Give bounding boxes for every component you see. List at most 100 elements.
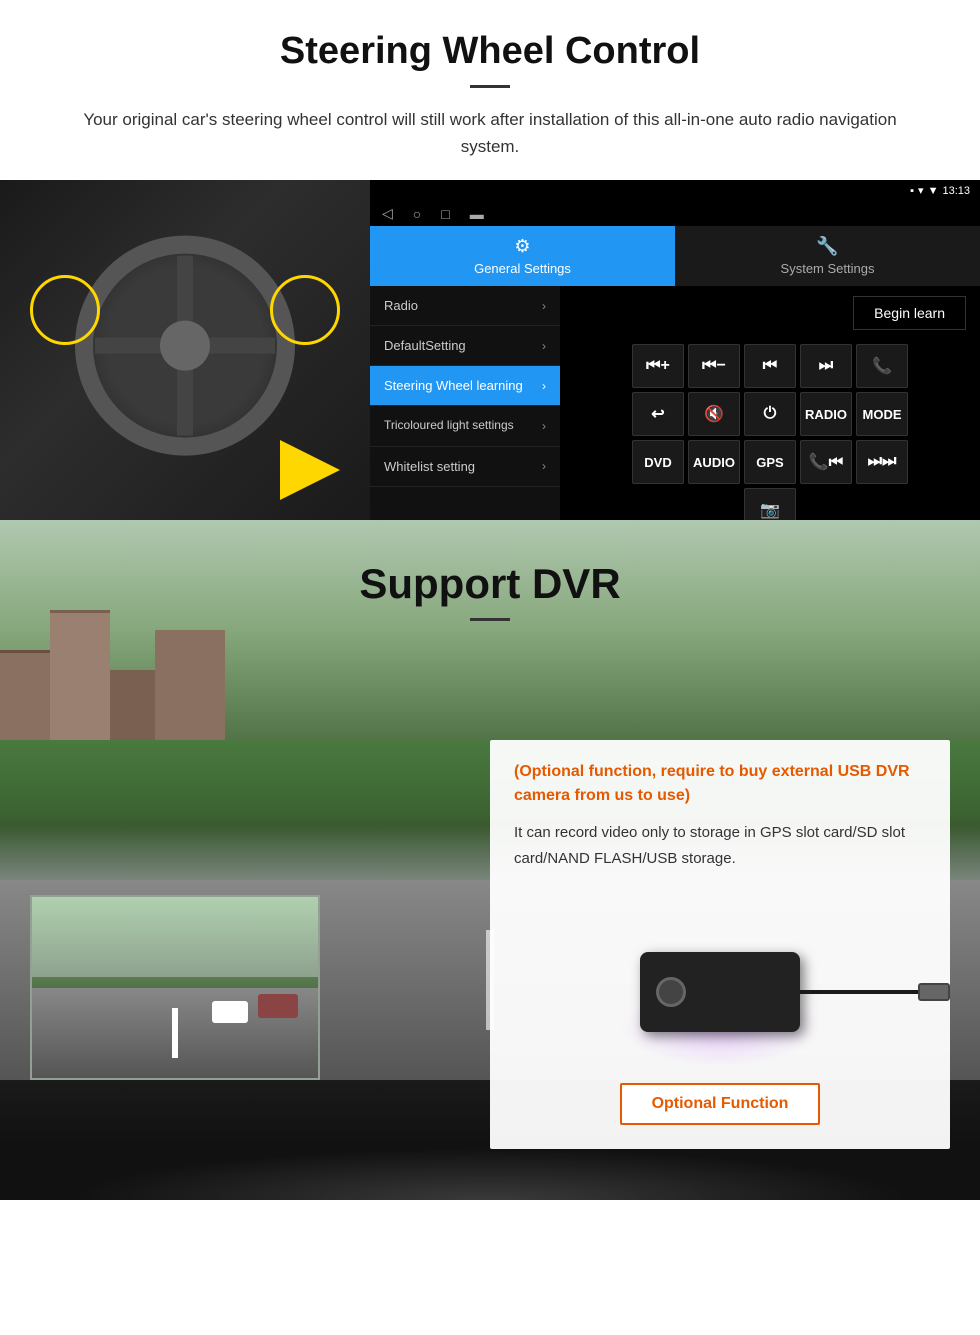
power-button[interactable]: ⏻	[744, 392, 796, 436]
page-title: Steering Wheel Control	[60, 30, 920, 73]
tab-general-settings[interactable]: ⚙ General Settings	[370, 226, 675, 286]
general-settings-icon: ⚙	[514, 236, 530, 257]
power-icon: ⏻	[764, 405, 777, 423]
menu-item-default-label: DefaultSetting	[384, 338, 466, 353]
next-next-button[interactable]: ⏭⏭	[856, 440, 908, 484]
control-row-1: ⏮+ ⏮− ⏮ ⏭ 📞	[568, 344, 972, 388]
android-menu: Radio › DefaultSetting › Steering Wheel …	[370, 286, 560, 536]
home-icon: ○	[413, 206, 421, 222]
vol-up-icon: ⏮+	[646, 357, 670, 375]
dvr-info-card: (Optional function, require to buy exter…	[490, 740, 950, 1149]
menu-item-radio[interactable]: Radio ›	[370, 286, 560, 326]
chevron-icon-steering: ›	[542, 379, 546, 393]
dvr-description: It can record video only to storage in G…	[514, 820, 926, 871]
radio-label: RADIO	[805, 407, 847, 422]
dvr-optional-header: (Optional function, require to buy exter…	[514, 760, 926, 808]
camera-device-body	[640, 952, 800, 1032]
menu-item-tricoloured-label: Tricoloured light settings	[384, 418, 514, 434]
prev-icon: ⏮	[763, 357, 777, 375]
android-panel: ▪ ▾ ▼ 13:13 ◁ ○ □ ▬ ⚙ General Settings 🔧…	[370, 180, 980, 520]
subtitle-text: Your original car's steering wheel contr…	[60, 106, 920, 160]
wifi-icon: ▾	[918, 184, 924, 197]
radio-button[interactable]: RADIO	[800, 392, 852, 436]
menu-item-steering-label: Steering Wheel learning	[384, 378, 523, 393]
highlight-circle-left	[30, 275, 100, 345]
steering-wheel-section: ▪ ▾ ▼ 13:13 ◁ ○ □ ▬ ⚙ General Settings 🔧…	[0, 180, 980, 520]
gps-button[interactable]: GPS	[744, 440, 796, 484]
vol-down-icon: ⏮−	[702, 357, 726, 375]
dvr-title-divider	[470, 618, 510, 621]
dvr-inset-view	[30, 895, 320, 1080]
vol-down-button[interactable]: ⏮−	[688, 344, 740, 388]
status-time: 13:13	[942, 185, 970, 197]
begin-learn-button[interactable]: Begin learn	[853, 296, 966, 330]
android-tabs: ⚙ General Settings 🔧 System Settings	[370, 226, 980, 286]
highlight-circle-right	[270, 275, 340, 345]
next-icon: ⏭	[819, 357, 833, 375]
mode-button[interactable]: MODE	[856, 392, 908, 436]
chevron-icon-default: ›	[542, 339, 546, 353]
system-settings-icon: 🔧	[816, 236, 838, 257]
steering-wheel-outer	[75, 236, 295, 456]
android-right-panel: Begin learn ⏮+ ⏮− ⏮ ⏭ 📞 ↩ 🔇 ⏻	[560, 286, 980, 536]
next-next-icon: ⏭⏭	[868, 453, 897, 471]
call-button[interactable]: 📞	[856, 344, 908, 388]
inset-car-2	[212, 1001, 248, 1023]
arrow-overlay	[280, 440, 360, 500]
tab-system-settings-label: System Settings	[781, 261, 875, 276]
inset-car-1	[258, 994, 298, 1018]
call-prev-button[interactable]: 📞⏮	[800, 440, 852, 484]
chevron-icon-radio: ›	[542, 299, 546, 313]
usb-connector	[918, 983, 950, 1001]
tab-system-settings[interactable]: 🔧 System Settings	[675, 226, 980, 286]
recent-icon: □	[441, 206, 449, 222]
menu-item-steering-wheel[interactable]: Steering Wheel learning ›	[370, 366, 560, 406]
call-icon: 📞	[872, 356, 892, 376]
gps-label: GPS	[756, 455, 783, 470]
battery-icon: ▪	[910, 185, 914, 197]
mute-icon: 🔇	[704, 404, 724, 424]
menu-icon: ▬	[470, 206, 484, 222]
camera-lens	[656, 977, 686, 1007]
mode-label: MODE	[863, 407, 902, 422]
android-status-bar: ▪ ▾ ▼ 13:13	[370, 180, 980, 201]
menu-item-default-setting[interactable]: DefaultSetting ›	[370, 326, 560, 366]
steering-wheel-center	[160, 321, 210, 371]
dvr-title-overlay: Support DVR	[0, 560, 980, 621]
title-divider	[470, 85, 510, 88]
menu-item-whitelist-label: Whitelist setting	[384, 459, 475, 474]
tab-general-settings-label: General Settings	[474, 261, 571, 276]
control-row-3: DVD AUDIO GPS 📞⏮ ⏭⏭	[568, 440, 972, 484]
mute-button[interactable]: 🔇	[688, 392, 740, 436]
menu-item-tricoloured[interactable]: Tricoloured light settings ›	[370, 406, 560, 447]
chevron-icon-tricoloured: ›	[542, 419, 546, 433]
dvd-label: DVD	[644, 455, 671, 470]
begin-learn-bar: Begin learn	[560, 286, 980, 340]
extra-icon: 📷	[760, 500, 780, 520]
android-content: Radio › DefaultSetting › Steering Wheel …	[370, 286, 980, 536]
chevron-icon-whitelist: ›	[542, 459, 546, 473]
dvr-title: Support DVR	[0, 560, 980, 608]
dvr-section: Support DVR (Optional function, require …	[0, 520, 980, 1200]
menu-item-whitelist[interactable]: Whitelist setting ›	[370, 447, 560, 487]
control-buttons-area: ⏮+ ⏮− ⏮ ⏭ 📞 ↩ 🔇 ⏻ RADIO MODE	[560, 340, 980, 536]
next-button[interactable]: ⏭	[800, 344, 852, 388]
audio-button[interactable]: AUDIO	[688, 440, 740, 484]
hang-up-button[interactable]: ↩	[632, 392, 684, 436]
camera-cable	[800, 990, 920, 994]
steering-wheel-graphic	[75, 236, 295, 456]
vol-up-button[interactable]: ⏮+	[632, 344, 684, 388]
optional-function-button[interactable]: Optional Function	[620, 1083, 821, 1125]
inset-road-line	[172, 1008, 178, 1058]
steering-wheel-image	[0, 180, 370, 520]
camera-body-wrapper	[640, 952, 800, 1032]
menu-item-radio-label: Radio	[384, 298, 418, 313]
dvr-dashboard-inner	[0, 1140, 980, 1200]
yellow-arrow	[280, 440, 340, 500]
dvr-camera-illustration	[514, 887, 926, 1067]
header-section: Steering Wheel Control Your original car…	[0, 0, 980, 180]
control-row-2: ↩ 🔇 ⏻ RADIO MODE	[568, 392, 972, 436]
prev-button[interactable]: ⏮	[744, 344, 796, 388]
dvd-button[interactable]: DVD	[632, 440, 684, 484]
back-icon: ◁	[382, 205, 393, 222]
